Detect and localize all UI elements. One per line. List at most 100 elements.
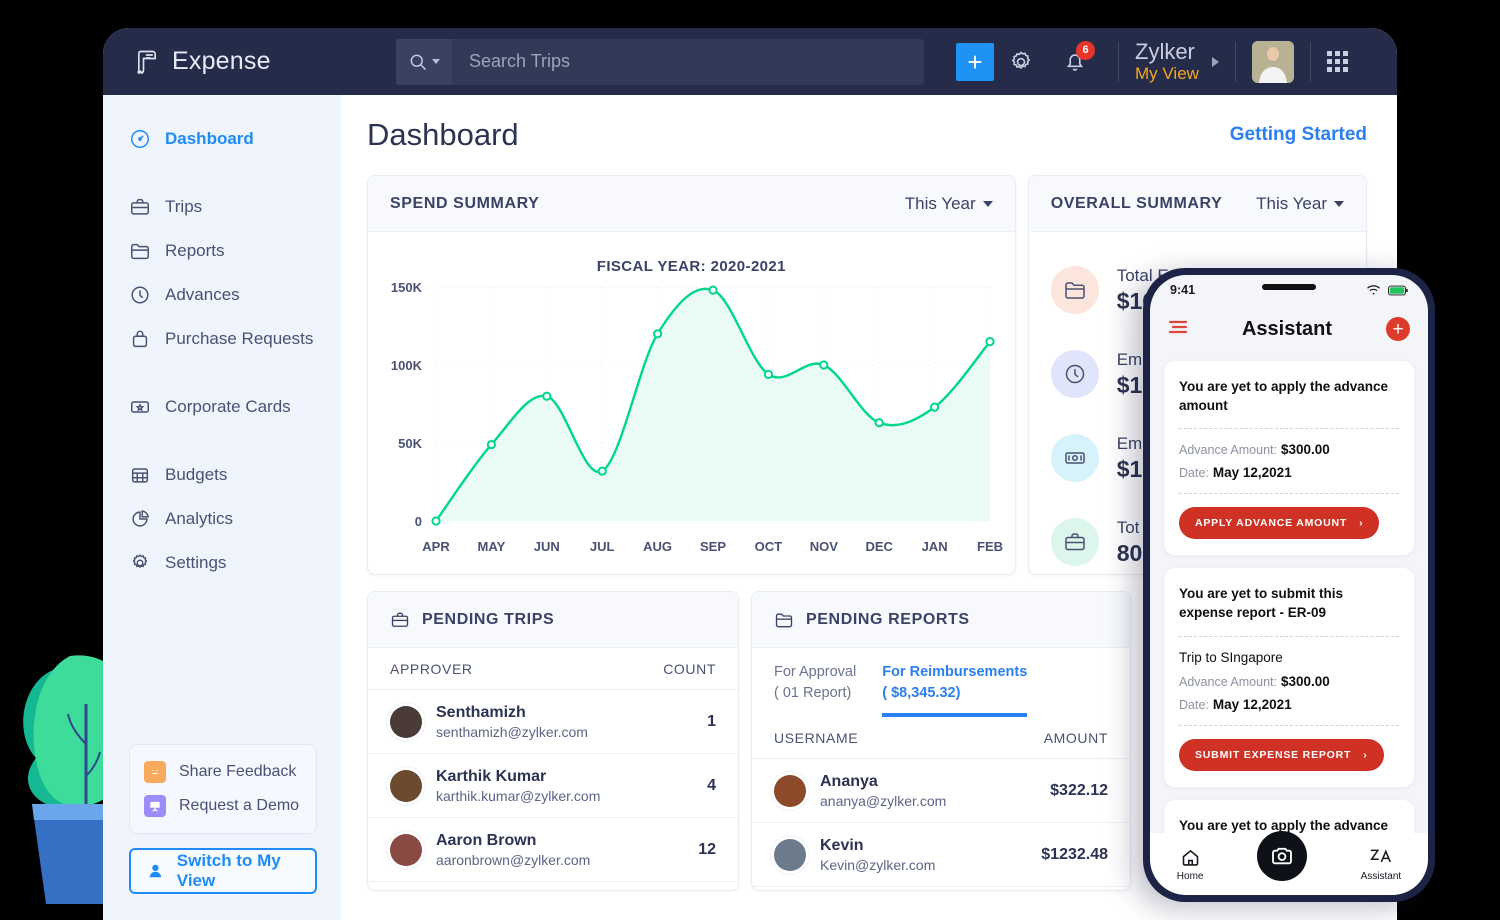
submit-expense-report-button[interactable]: SUBMIT EXPENSE REPORT ›	[1179, 739, 1384, 771]
approver-email: aaronbrown@zylker.com	[436, 852, 590, 868]
phone-mockup: 9:41 Assis	[1143, 268, 1435, 902]
sidebar-item-label: Budgets	[165, 465, 227, 485]
briefcase-icon	[129, 196, 151, 218]
user-email: ananya@zylker.com	[820, 793, 946, 809]
phone-screen: 9:41 Assis	[1150, 275, 1428, 895]
apply-advance-amount-button[interactable]: APPLY ADVANCE AMOUNT ›	[1179, 507, 1379, 539]
svg-text:OCT: OCT	[755, 539, 783, 554]
hamburger-icon[interactable]	[1168, 319, 1188, 340]
sidebar-item-budgets[interactable]: Budgets	[103, 453, 341, 497]
assistant-field: Advance Amount:$300.00	[1179, 674, 1399, 689]
folder-icon	[774, 610, 794, 630]
request-demo-item[interactable]: Request a Demo	[130, 789, 316, 823]
divider	[1310, 42, 1311, 82]
column-header-approver: APPROVER	[390, 661, 473, 677]
pie-chart-icon	[129, 508, 151, 530]
sidebar-item-analytics[interactable]: Analytics	[103, 497, 341, 541]
spacer	[103, 161, 341, 185]
smiley-icon	[144, 761, 166, 783]
search-input[interactable]	[452, 39, 924, 85]
tab-for-reimbursements-line2: ( $8,345.32)	[882, 683, 1027, 704]
field-key: Date:	[1179, 698, 1209, 712]
phone-header: Assistant +	[1150, 305, 1428, 353]
sidebar-item-settings[interactable]: Settings	[103, 541, 341, 585]
tab-for-approval[interactable]: For Approval ( 01 Report)	[774, 662, 856, 717]
sidebar-item-label: Dashboard	[165, 129, 254, 149]
field-value: May 12,2021	[1213, 465, 1292, 480]
field-value: May 12,2021	[1213, 697, 1292, 712]
spend-summary-title: SPEND SUMMARY	[390, 195, 539, 213]
sidebar-item-dashboard[interactable]: Dashboard	[103, 117, 341, 161]
notifications-button[interactable]: 6	[1048, 39, 1102, 85]
card-star-icon	[129, 396, 151, 418]
overall-summary-period-selector[interactable]: This Year	[1256, 194, 1344, 214]
pending-reports-title: PENDING REPORTS	[806, 611, 970, 629]
sidebar-item-trips[interactable]: Trips	[103, 185, 341, 229]
table-row[interactable]: Ananya ananya@zylker.com $322.12	[752, 759, 1130, 823]
phone-card-list[interactable]: You are yet to apply the advance amount …	[1150, 353, 1428, 873]
sidebar-item-reports[interactable]: Reports	[103, 229, 341, 273]
share-feedback-item[interactable]: Share Feedback	[130, 755, 316, 789]
sidebar-item-advances[interactable]: Advances	[103, 273, 341, 317]
main-header: Dashboard Getting Started	[367, 117, 1367, 153]
table-row[interactable]: Karthik Kumar karthik.kumar@zylker.com 4	[368, 754, 738, 818]
spend-summary-period-selector[interactable]: This Year	[905, 194, 993, 214]
page-title: Dashboard	[367, 117, 519, 153]
switch-to-my-view-button[interactable]: Switch to My View	[129, 848, 317, 894]
svg-text:FEB: FEB	[977, 539, 1003, 554]
table-row[interactable]: Senthamizh senthamizh@zylker.com 1	[368, 690, 738, 754]
svg-text:50K: 50K	[398, 436, 422, 451]
pending-trips-title: PENDING TRIPS	[422, 611, 554, 629]
sidebar-item-label: Purchase Requests	[165, 329, 313, 349]
nav-assistant[interactable]: Assistant	[1361, 847, 1402, 882]
notification-badge: 6	[1076, 41, 1095, 60]
briefcase-icon	[390, 610, 410, 630]
svg-text:100K: 100K	[391, 358, 423, 373]
sidebar-item-label: Settings	[165, 553, 226, 573]
avatar	[390, 706, 422, 738]
spend-summary-header: SPEND SUMMARY This Year	[368, 176, 1015, 232]
search-bar[interactable]	[396, 39, 924, 85]
tab-for-reimbursements[interactable]: For Reimbursements ( $8,345.32)	[882, 662, 1027, 717]
table-row[interactable]: Aaron Brown aaronbrown@zylker.com 12	[368, 818, 738, 882]
add-button[interactable]: +	[956, 43, 994, 81]
avatar[interactable]	[1252, 41, 1294, 83]
spacer	[103, 585, 341, 744]
chevron-down-icon	[1334, 201, 1344, 207]
svg-text:DEC: DEC	[865, 539, 893, 554]
tab-for-approval-line2: ( 01 Report)	[774, 683, 856, 704]
sidebar-item-label: Analytics	[165, 509, 233, 529]
sidebar-item-purchase-requests[interactable]: Purchase Requests	[103, 317, 341, 361]
apps-grid-icon[interactable]	[1327, 51, 1348, 72]
assistant-card[interactable]: You are yet to submit this expense repor…	[1164, 568, 1414, 786]
switch-to-my-view-label: Switch to My View	[177, 851, 315, 891]
nav-home[interactable]: Home	[1177, 847, 1204, 882]
receipt-icon	[133, 48, 161, 76]
phone-bottom-nav: Home Assistant	[1150, 833, 1428, 895]
sidebar-item-corporate-cards[interactable]: Corporate Cards	[103, 385, 341, 429]
pending-reports-tabs: For Approval ( 01 Report) For Reimbursem…	[752, 648, 1130, 717]
assistant-icon	[1369, 847, 1392, 868]
settings-button[interactable]	[994, 39, 1048, 85]
camera-button[interactable]	[1257, 831, 1307, 881]
top-bar: Expense +	[103, 28, 1397, 95]
nav-assistant-label: Assistant	[1361, 871, 1402, 882]
gear-icon	[1008, 49, 1034, 75]
svg-text:NOV: NOV	[810, 539, 839, 554]
plus-circle-icon[interactable]: +	[1386, 317, 1410, 341]
sidebar-item-label: Corporate Cards	[165, 397, 291, 417]
divider	[1179, 493, 1399, 494]
svg-text:150K: 150K	[391, 280, 423, 295]
brand[interactable]: Expense	[133, 47, 365, 76]
assistant-card[interactable]: You are yet to apply the advance amount …	[1164, 361, 1414, 555]
table-row[interactable]: Kevin Kevin@zylker.com $1232.48	[752, 823, 1130, 887]
search-scope-button[interactable]	[396, 39, 452, 85]
approver-name: Karthik Kumar	[436, 768, 600, 786]
field-value: $300.00	[1281, 442, 1330, 457]
brand-name: Expense	[172, 47, 271, 76]
getting-started-link[interactable]: Getting Started	[1230, 124, 1367, 146]
pending-reports-header: PENDING REPORTS	[752, 592, 1130, 648]
org-switcher[interactable]: Zylker My View	[1135, 39, 1219, 84]
report-amount: $322.12	[1050, 782, 1108, 800]
divider	[1179, 725, 1399, 726]
